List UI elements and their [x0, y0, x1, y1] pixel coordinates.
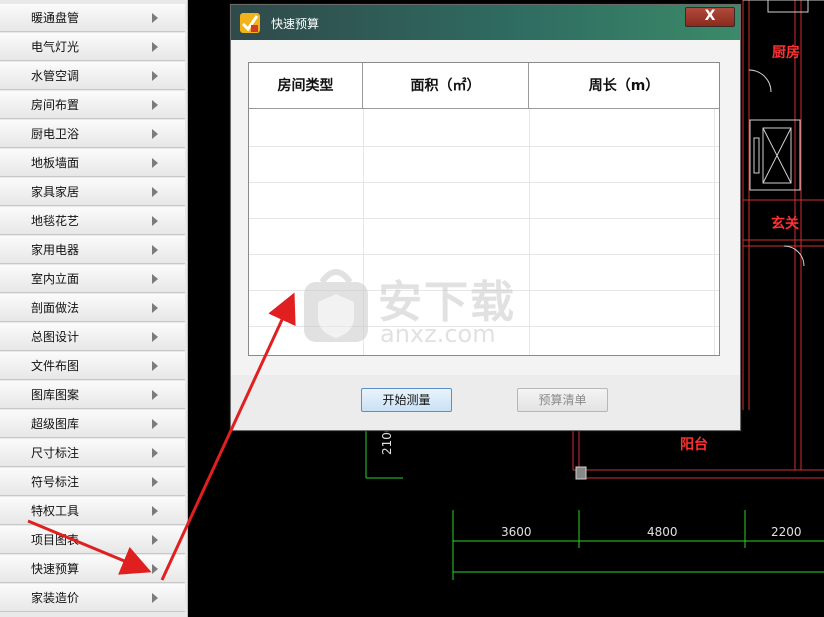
arrow-to-menu [27, 519, 152, 575]
arrow-to-dialog [160, 292, 296, 581]
annotation-arrows [27, 292, 296, 581]
